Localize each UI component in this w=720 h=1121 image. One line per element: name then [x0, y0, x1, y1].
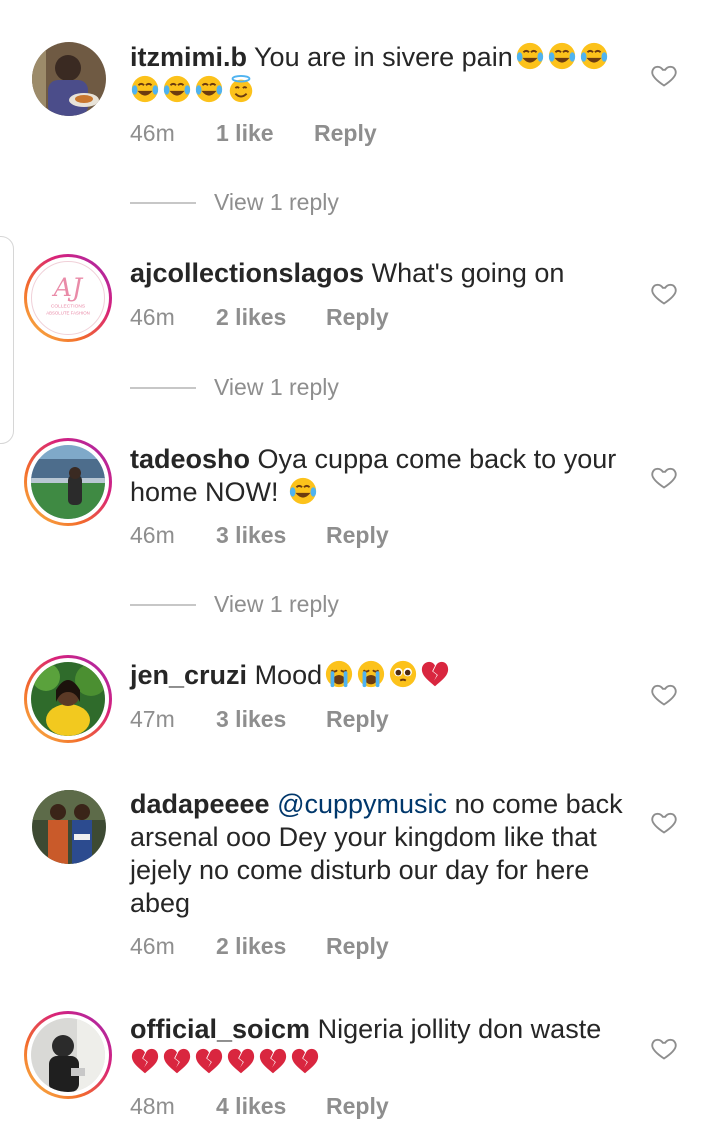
comment-meta: 46m 1 like Reply	[130, 120, 377, 147]
comment-text: jen_cruzi Mood	[130, 659, 630, 692]
comment-body: Mood	[254, 660, 323, 690]
broken-heart-emoji-icon	[420, 659, 450, 689]
username[interactable]: jen_cruzi	[130, 660, 247, 690]
logo-tagline: ABSOLUTE FASHION	[46, 311, 90, 316]
view-replies-label: View 1 reply	[214, 374, 339, 400]
timestamp: 46m	[130, 120, 175, 146]
reply-button[interactable]: Reply	[314, 120, 377, 147]
likes-count[interactable]: 4 likes	[216, 1093, 326, 1120]
avatar[interactable]: AJ COLLECTIONS ABSOLUTE FASHION	[24, 254, 112, 342]
username[interactable]: ajcollectionslagos	[130, 258, 364, 288]
divider-line	[130, 603, 196, 606]
broken-heart-emoji-icon	[226, 1046, 256, 1076]
view-replies-label: View 1 reply	[214, 591, 339, 617]
laugh-cry-emoji-icon	[162, 74, 192, 104]
likes-count[interactable]: 3 likes	[216, 522, 326, 549]
laugh-cry-emoji-icon	[194, 74, 224, 104]
emoji-row	[286, 477, 318, 507]
laugh-cry-emoji-icon	[547, 41, 577, 71]
laugh-cry-emoji-icon	[130, 74, 160, 104]
likes-count[interactable]: 2 likes	[216, 933, 326, 960]
reply-button[interactable]: Reply	[326, 1093, 389, 1120]
avatar[interactable]	[24, 438, 112, 526]
comment-body: Nigeria jollity don waste	[317, 1014, 602, 1044]
laugh-cry-emoji-icon	[288, 476, 318, 506]
username[interactable]: official_soicm	[130, 1014, 310, 1044]
loud-cry-emoji-icon	[356, 659, 386, 689]
logo-subtitle: COLLECTIONS	[51, 304, 86, 310]
divider-line	[130, 201, 196, 204]
loud-cry-emoji-icon	[324, 659, 354, 689]
view-replies-button[interactable]: View 1 reply	[130, 189, 339, 216]
avatar[interactable]	[24, 1011, 112, 1099]
reply-button[interactable]: Reply	[326, 706, 389, 733]
like-heart-icon[interactable]	[650, 680, 678, 708]
timestamp: 46m	[130, 522, 175, 548]
timestamp: 47m	[130, 706, 175, 732]
comment-text: itzmimi.b You are in sivere pain	[130, 41, 630, 107]
broken-heart-emoji-icon	[162, 1046, 192, 1076]
previous-card-edge	[0, 236, 14, 444]
emoji-row	[128, 74, 256, 105]
halo-emoji-icon	[226, 74, 256, 104]
broken-heart-emoji-icon	[130, 1046, 160, 1076]
comment-body: What's going on	[371, 258, 565, 288]
timestamp: 46m	[130, 304, 175, 330]
laugh-cry-emoji-icon	[515, 41, 545, 71]
pleading-emoji-icon	[388, 659, 418, 689]
emoji-row	[128, 1047, 320, 1077]
comment-text: tadeosho Oya cuppa come back to your hom…	[130, 443, 630, 509]
comment-meta: 46m 3 likes Reply	[130, 522, 389, 549]
view-replies-button[interactable]: View 1 reply	[130, 591, 339, 618]
comment-body: You are in sivere pain	[254, 42, 513, 72]
avatar[interactable]	[32, 790, 106, 864]
reply-button[interactable]: Reply	[326, 522, 389, 549]
avatar[interactable]	[24, 655, 112, 743]
likes-count[interactable]: 3 likes	[216, 706, 326, 733]
likes-count[interactable]: 1 like	[216, 120, 314, 147]
like-heart-icon[interactable]	[650, 808, 678, 836]
emoji-row	[322, 660, 450, 690]
username[interactable]: tadeosho	[130, 444, 250, 474]
comment-meta: 46m 2 likes Reply	[130, 304, 389, 331]
view-replies-button[interactable]: View 1 reply	[130, 374, 339, 401]
mention-link[interactable]: @cuppymusic	[277, 789, 447, 819]
like-heart-icon[interactable]	[650, 279, 678, 307]
like-heart-icon[interactable]	[650, 61, 678, 89]
reply-button[interactable]: Reply	[326, 304, 389, 331]
broken-heart-emoji-icon	[290, 1046, 320, 1076]
timestamp: 48m	[130, 1093, 175, 1119]
timestamp: 46m	[130, 933, 175, 959]
comment-text: dadapeeee @cuppymusic no come back arsen…	[130, 788, 630, 920]
like-heart-icon[interactable]	[650, 463, 678, 491]
logo-monogram: AJ	[52, 273, 84, 302]
username[interactable]: itzmimi.b	[130, 42, 247, 72]
username[interactable]: dadapeeee	[130, 789, 270, 819]
comment-text: ajcollectionslagos What's going on	[130, 257, 630, 290]
comment-meta: 47m 3 likes Reply	[130, 706, 389, 733]
view-replies-label: View 1 reply	[214, 189, 339, 215]
comment-text: official_soicm Nigeria jollity don waste	[130, 1013, 630, 1079]
comment-meta: 46m 2 likes Reply	[130, 933, 389, 960]
likes-count[interactable]: 2 likes	[216, 304, 326, 331]
broken-heart-emoji-icon	[194, 1046, 224, 1076]
broken-heart-emoji-icon	[258, 1046, 288, 1076]
comment-meta: 48m 4 likes Reply	[130, 1093, 389, 1120]
avatar[interactable]	[32, 42, 106, 116]
emoji-row	[513, 42, 609, 72]
laugh-cry-emoji-icon	[579, 41, 609, 71]
reply-button[interactable]: Reply	[326, 933, 389, 960]
divider-line	[130, 386, 196, 389]
like-heart-icon[interactable]	[650, 1034, 678, 1062]
